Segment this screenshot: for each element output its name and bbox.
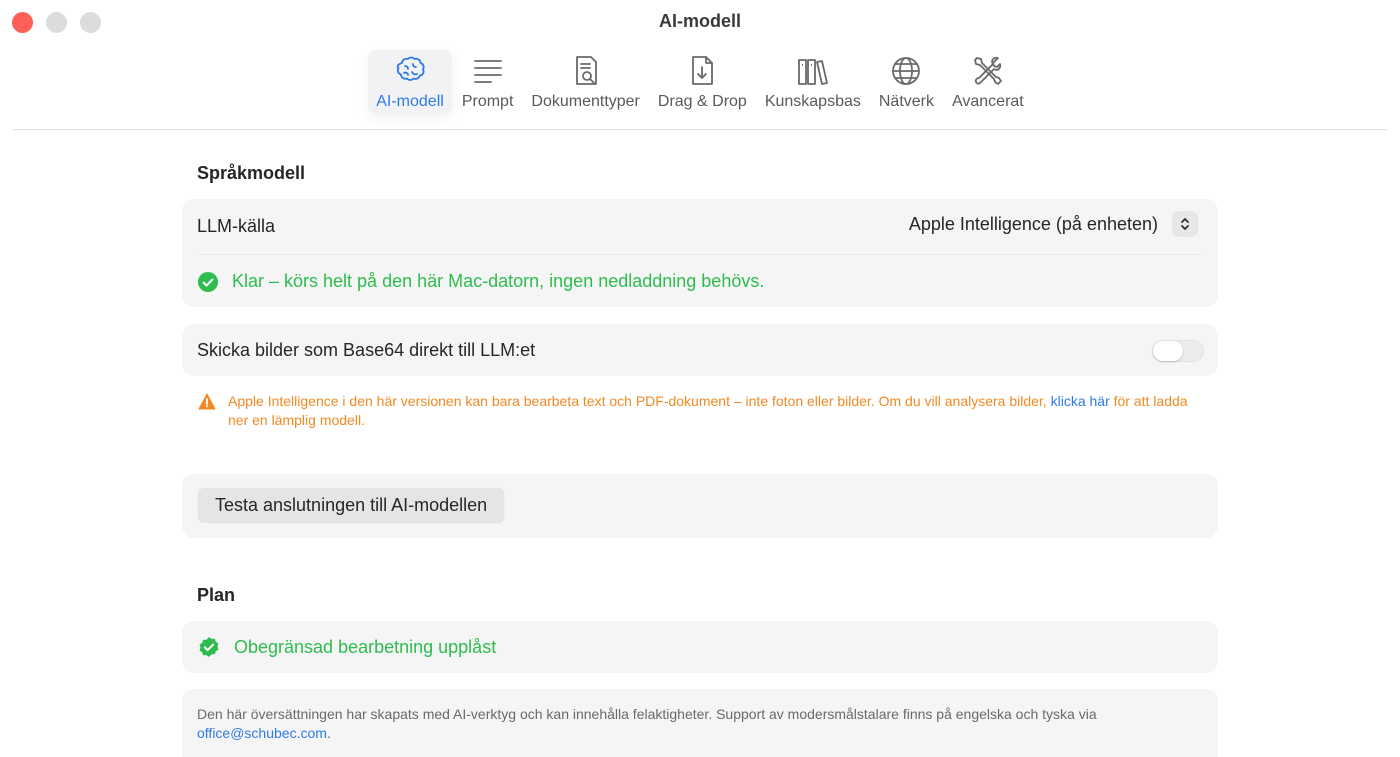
tab-label: AI-modell xyxy=(376,93,444,110)
tab-advanced[interactable]: Avancerat xyxy=(944,50,1032,114)
plan-card: Obegränsad bearbetning upplåst xyxy=(182,621,1218,673)
row-divider xyxy=(198,254,1202,255)
warning-text-before: Apple Intelligence i den här versionen k… xyxy=(228,393,1047,409)
tab-knowledge-base[interactable]: Kunskapsbas xyxy=(757,50,869,114)
tab-label: Dokumenttyper xyxy=(531,93,640,110)
section-title-language-model: Språkmodell xyxy=(197,163,306,183)
translation-notice: Den här översättningen har skapats med A… xyxy=(197,705,1207,743)
base64-label: Skicka bilder som Base64 direkt till LLM… xyxy=(197,340,536,360)
toggle-knob xyxy=(1153,341,1183,361)
plan-status-text: Obegränsad bearbetning upplåst xyxy=(234,636,497,657)
tab-label: Nätverk xyxy=(878,93,934,110)
warning-triangle-icon xyxy=(198,393,216,410)
document-download-icon xyxy=(684,54,720,88)
footer-card: Den här översättningen har skapats med A… xyxy=(182,689,1218,757)
image-warning: Apple Intelligence i den här versionen k… xyxy=(198,392,1198,430)
llm-status: Klar – körs helt på den här Mac-datorn, … xyxy=(198,271,764,292)
tab-prompt[interactable]: Prompt xyxy=(454,50,522,114)
support-email-link[interactable]: office@schubec.com xyxy=(197,725,327,741)
tab-label: Prompt xyxy=(461,93,514,110)
globe-icon xyxy=(888,54,924,88)
base64-toggle[interactable] xyxy=(1152,340,1204,362)
llm-source-select[interactable]: Apple Intelligence (på enheten) xyxy=(909,211,1198,237)
books-icon xyxy=(795,54,831,88)
translation-notice-text: Den här översättningen har skapats med A… xyxy=(197,706,1097,722)
plan-status: Obegränsad bearbetning upplåst xyxy=(198,636,496,658)
base64-card: Skicka bilder som Base64 direkt till LLM… xyxy=(182,324,1218,376)
warning-text: Apple Intelligence i den här versionen k… xyxy=(228,392,1198,430)
notice-period: . xyxy=(326,725,331,741)
text-lines-icon xyxy=(470,54,506,88)
brain-icon xyxy=(392,54,428,88)
verified-badge-icon xyxy=(199,637,219,657)
llm-source-card: LLM-källa Apple Intelligence (på enheten… xyxy=(182,199,1218,307)
llm-source-value: Apple Intelligence (på enheten) xyxy=(908,213,1158,234)
preferences-toolbar: AI-modell Prompt Dokumenttyper Drag & Dr… xyxy=(0,50,1400,120)
test-connection-card: Testa anslutningen till AI-modellen xyxy=(182,474,1218,538)
window-title: AI-modell xyxy=(658,11,741,31)
tab-label: Avancerat xyxy=(952,93,1024,110)
llm-source-label: LLM-källa xyxy=(197,216,276,236)
tab-document-types[interactable]: Dokumenttyper xyxy=(523,50,648,114)
checkmark-circle-icon xyxy=(198,271,218,292)
toolbar-divider xyxy=(12,129,1388,130)
chevron-up-down-icon xyxy=(1172,211,1198,237)
tools-icon xyxy=(970,54,1006,88)
tab-ai-model[interactable]: AI-modell xyxy=(368,50,452,114)
llm-status-text: Klar – körs helt på den här Mac-datorn, … xyxy=(232,271,765,291)
section-title-plan: Plan xyxy=(197,585,236,605)
test-connection-button[interactable]: Testa anslutningen till AI-modellen xyxy=(198,488,505,522)
tab-network[interactable]: Nätverk xyxy=(871,50,942,114)
tab-label: Kunskapsbas xyxy=(764,93,861,110)
settings-window: AI-modell AI-modell Prompt Dokumenttyper… xyxy=(0,0,1400,757)
document-search-icon xyxy=(568,54,604,88)
download-model-link[interactable]: klicka här xyxy=(1051,393,1110,409)
tab-label: Drag & Drop xyxy=(657,93,747,110)
tab-drag-drop[interactable]: Drag & Drop xyxy=(650,50,755,114)
